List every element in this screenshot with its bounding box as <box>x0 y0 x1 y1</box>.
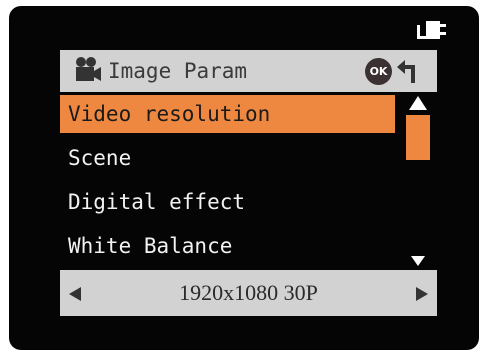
menu-item-white-balance[interactable]: White Balance <box>60 227 395 265</box>
scrollbar-thumb[interactable] <box>406 115 430 160</box>
menu-item-scene[interactable]: Scene <box>60 139 395 177</box>
back-return-icon[interactable] <box>396 59 422 85</box>
page-title: Image Param <box>108 59 248 83</box>
screen-frame: Image Param OK Video resolution Scene Di… <box>0 0 487 356</box>
menu-header: Image Param OK <box>60 50 437 92</box>
menu-item-label: Scene <box>68 146 132 170</box>
menu-item-digital-effect[interactable]: Digital effect <box>60 183 395 221</box>
power-plug-icon <box>417 21 446 39</box>
menu-item-video-resolution[interactable]: Video resolution <box>60 95 395 133</box>
triangle-right-icon[interactable] <box>415 286 429 302</box>
menu-item-label: Video resolution <box>68 102 271 126</box>
ok-button[interactable]: OK <box>365 58 392 85</box>
triangle-down-icon[interactable] <box>410 255 426 267</box>
value-selector: 1920x1080 30P <box>60 270 437 316</box>
movie-camera-icon <box>76 57 101 81</box>
menu-item-label: White Balance <box>68 234 233 258</box>
menu-item-label: Digital effect <box>68 190 246 214</box>
triangle-up-icon[interactable] <box>408 95 428 111</box>
selected-value: 1920x1080 30P <box>179 280 318 305</box>
